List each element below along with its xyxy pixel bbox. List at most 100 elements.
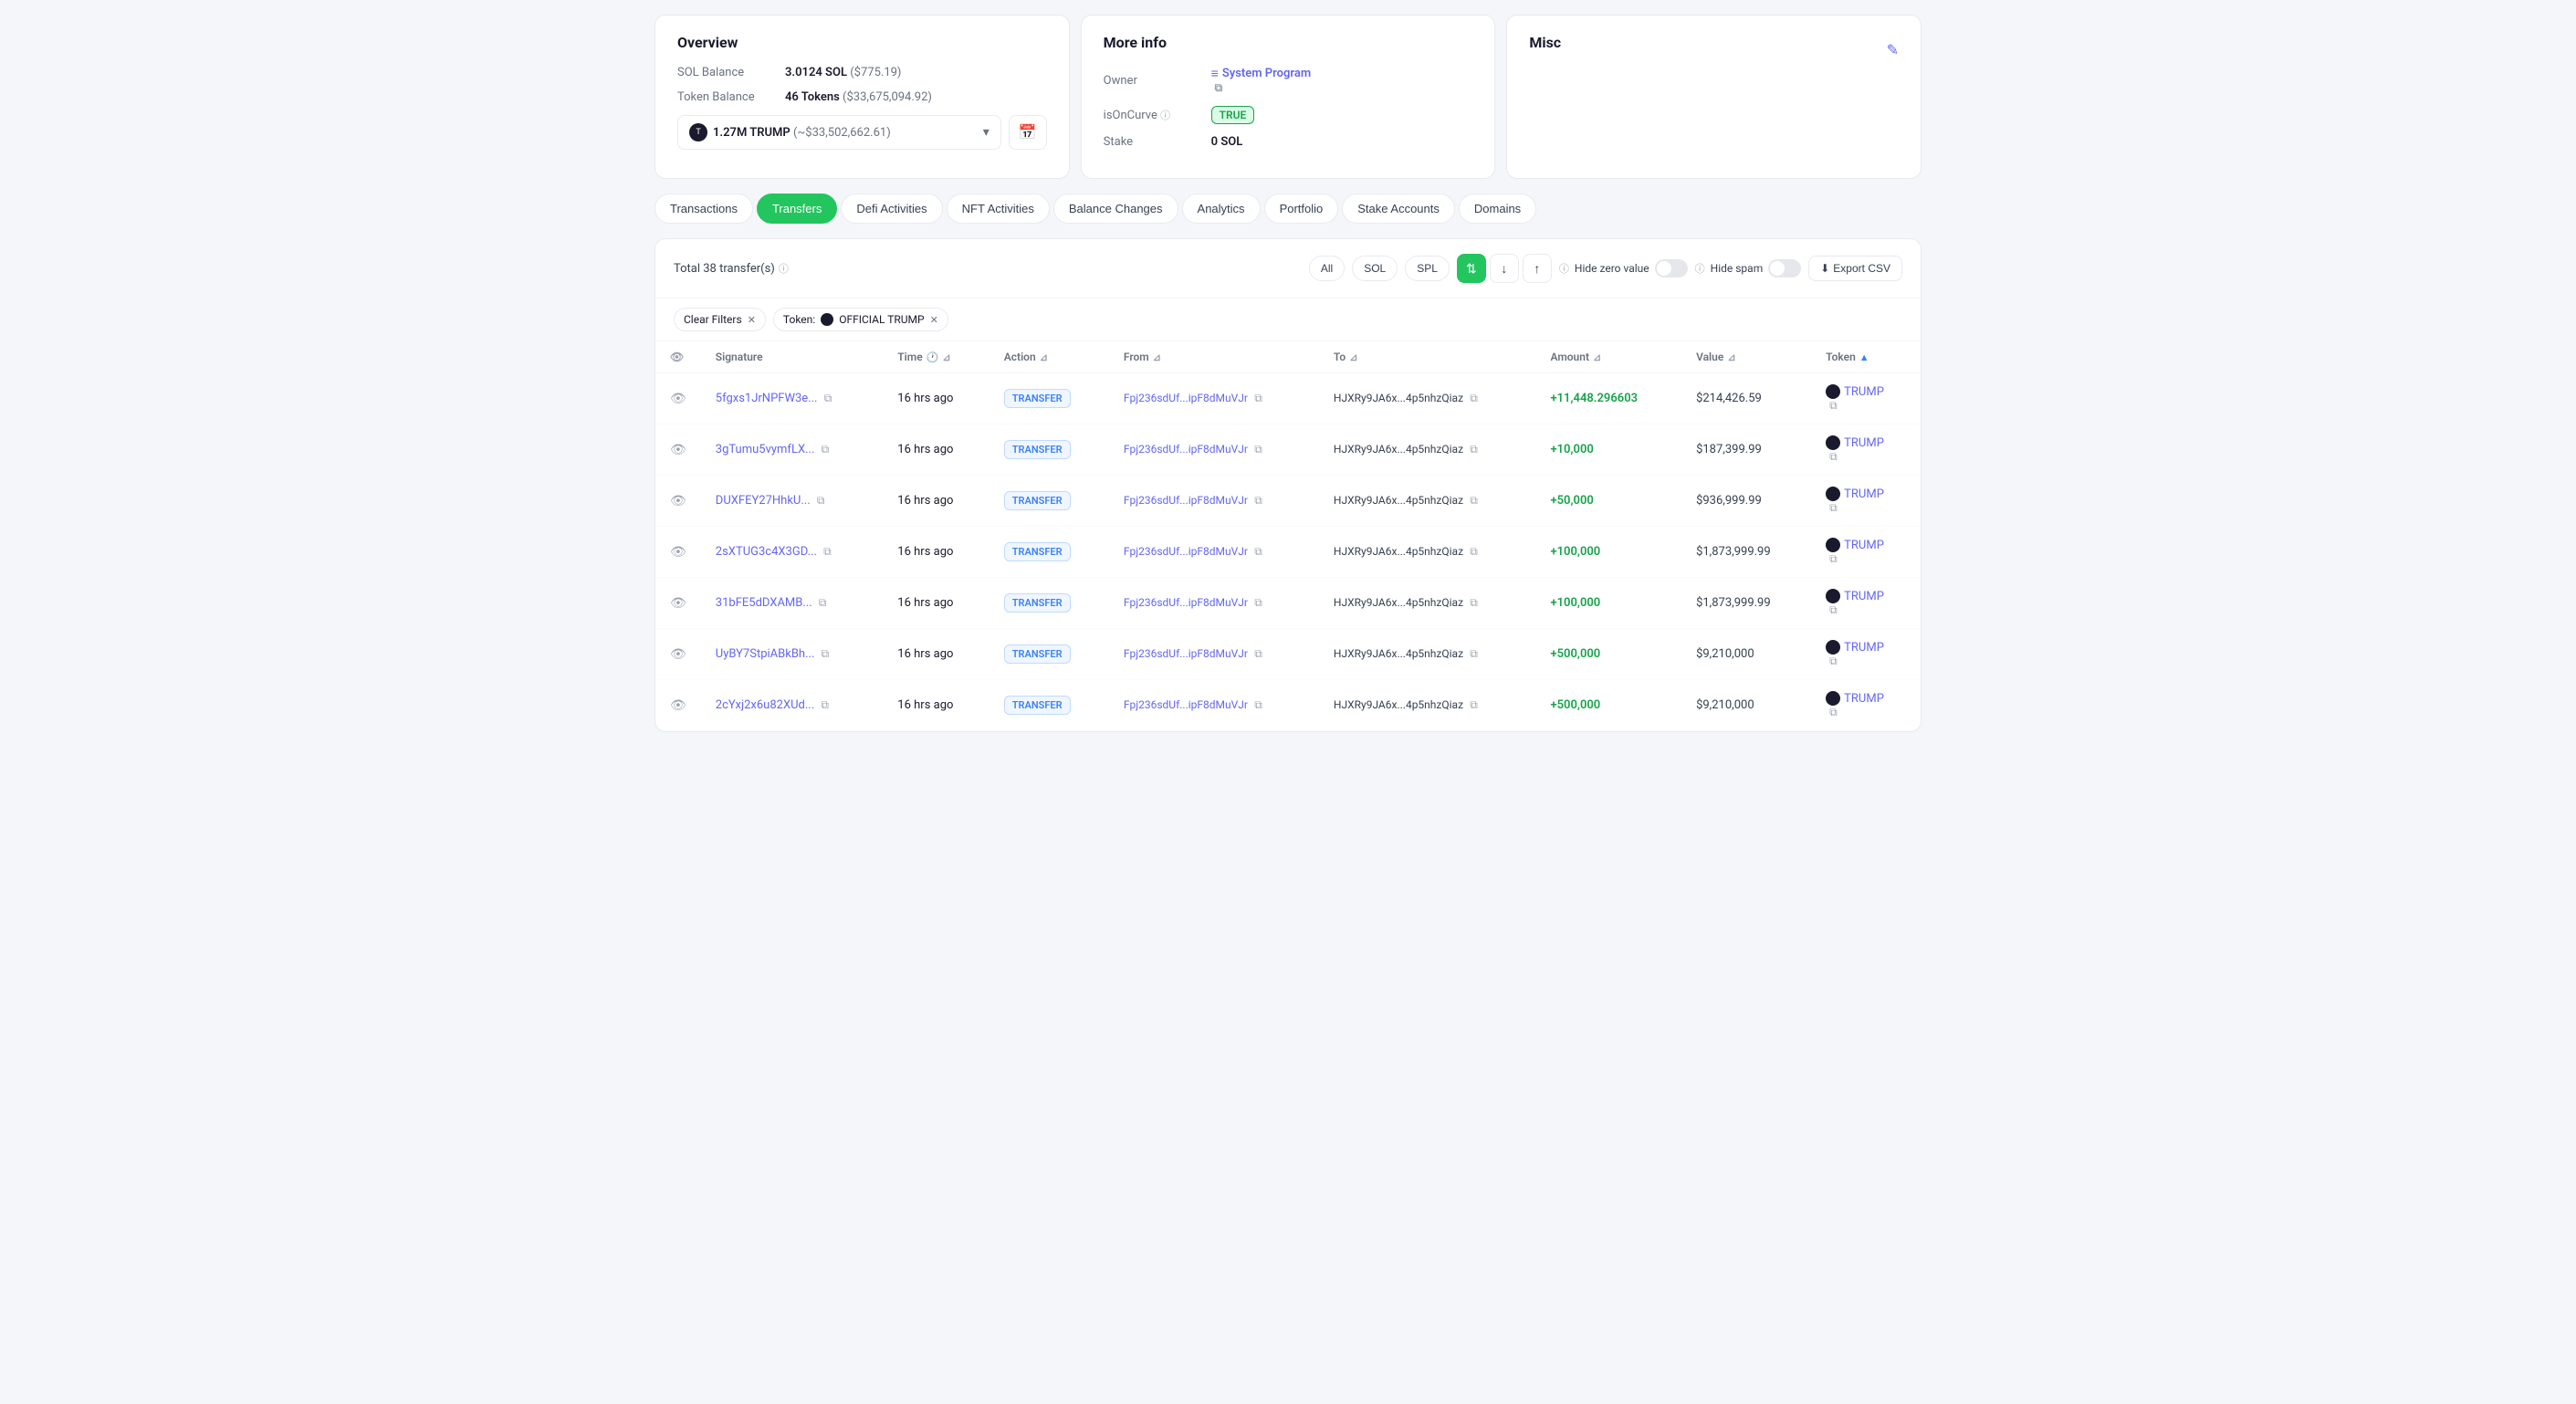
signature-link[interactable]: 2cYxj2x6u82XUd... <box>716 698 814 712</box>
from-address-link[interactable]: Fpj236sdUf...ipF8dMuVJr <box>1124 545 1248 558</box>
from-address-link[interactable]: Fpj236sdUf...ipF8dMuVJr <box>1124 392 1248 404</box>
tab-defi-activities[interactable]: Defi Activities <box>841 194 942 224</box>
signature-link[interactable]: 31bFE5dDXAMB... <box>716 596 812 610</box>
sort-up-button[interactable]: ↑ <box>1523 254 1552 283</box>
eye-header-icon: 👁 <box>670 351 684 363</box>
copy-sig-icon[interactable]: ⧉ <box>823 545 832 558</box>
row-eye-icon[interactable]: 👁 <box>670 443 686 457</box>
copy-sig-icon[interactable]: ⧉ <box>817 494 825 507</box>
time-clock-icon[interactable]: 🕐 <box>927 351 939 363</box>
tab-stake-accounts[interactable]: Stake Accounts <box>1342 194 1455 224</box>
amount-filter-icon[interactable]: ⊿ <box>1593 351 1601 363</box>
token-filter-value: OFFICIAL TRUMP <box>839 313 924 326</box>
copy-to-icon[interactable]: ⧉ <box>1470 443 1478 456</box>
row-eye-icon[interactable]: 👁 <box>670 392 686 406</box>
tab-balance-changes[interactable]: Balance Changes <box>1053 194 1178 224</box>
from-address-link[interactable]: Fpj236sdUf...ipF8dMuVJr <box>1124 647 1248 660</box>
copy-owner-icon[interactable]: ⧉ <box>1215 81 1223 94</box>
row-eye-icon[interactable]: 👁 <box>670 545 686 560</box>
clear-filters-chip[interactable]: Clear Filters ✕ <box>674 308 766 331</box>
from-address-link[interactable]: Fpj236sdUf...ipF8dMuVJr <box>1124 494 1248 507</box>
copy-token-icon[interactable]: ⧉ <box>1829 655 1838 667</box>
value-cell: $214,426.59 <box>1696 392 1762 405</box>
signature-link[interactable]: 2sXTUG3c4X3GD... <box>716 545 817 559</box>
copy-from-icon[interactable]: ⧉ <box>1254 698 1262 711</box>
tab-nft-activities[interactable]: NFT Activities <box>947 194 1050 224</box>
tab-transfers[interactable]: Transfers <box>757 194 837 224</box>
calendar-button[interactable]: 📅 <box>1009 115 1047 150</box>
hide-zero-toggle[interactable] <box>1655 259 1688 278</box>
copy-to-icon[interactable]: ⧉ <box>1470 647 1478 660</box>
from-address-link[interactable]: Fpj236sdUf...ipF8dMuVJr <box>1124 596 1248 609</box>
token-link[interactable]: TRUMP <box>1826 487 1906 501</box>
token-link[interactable]: TRUMP <box>1826 435 1906 450</box>
from-filter-icon[interactable]: ⊿ <box>1153 351 1161 363</box>
edit-icon[interactable]: ✎ <box>1887 41 1899 58</box>
copy-sig-icon[interactable]: ⧉ <box>824 392 832 404</box>
to-filter-icon[interactable]: ⊿ <box>1349 351 1357 363</box>
amount-value: +500,000 <box>1550 698 1600 712</box>
tab-portfolio[interactable]: Portfolio <box>1264 194 1339 224</box>
token-dropdown-name: 1.27M TRUMP (~$33,502,662.61) <box>713 126 891 140</box>
copy-sig-icon[interactable]: ⧉ <box>822 647 830 660</box>
copy-token-icon[interactable]: ⧉ <box>1829 450 1838 463</box>
copy-to-icon[interactable]: ⧉ <box>1470 596 1478 609</box>
hide-spam-toggle[interactable] <box>1768 259 1801 278</box>
copy-token-icon[interactable]: ⧉ <box>1829 603 1838 616</box>
token-filter-chip[interactable]: Token: OFFICIAL TRUMP ✕ <box>773 308 948 331</box>
copy-sig-icon[interactable]: ⧉ <box>821 698 829 711</box>
copy-from-icon[interactable]: ⧉ <box>1254 596 1262 609</box>
copy-from-icon[interactable]: ⧉ <box>1254 494 1262 507</box>
value-filter-icon[interactable]: ⊿ <box>1727 351 1735 363</box>
copy-from-icon[interactable]: ⧉ <box>1254 443 1262 456</box>
action-filter-icon[interactable]: ⊿ <box>1040 351 1048 363</box>
row-eye-icon[interactable]: 👁 <box>670 647 686 662</box>
signature-link[interactable]: 3gTumu5vymfLX... <box>716 443 815 456</box>
time-filter-icon[interactable]: ⊿ <box>942 351 950 363</box>
sort-down-button[interactable]: ↓ <box>1490 254 1519 283</box>
row-eye-icon[interactable]: 👁 <box>670 494 686 508</box>
token-dropdown[interactable]: T 1.27M TRUMP (~$33,502,662.61) ▾ <box>677 115 1001 150</box>
copy-token-icon[interactable]: ⧉ <box>1829 501 1838 514</box>
token-link[interactable]: TRUMP <box>1826 589 1906 603</box>
signature-link[interactable]: DUXFEY27HhkU... <box>716 494 811 508</box>
misc-title: Misc <box>1529 34 1561 51</box>
copy-token-icon[interactable]: ⧉ <box>1829 706 1838 718</box>
token-filter-active-icon[interactable]: ▲ <box>1859 351 1869 363</box>
filter-sol-button[interactable]: SOL <box>1352 256 1398 281</box>
copy-from-icon[interactable]: ⧉ <box>1254 647 1262 660</box>
filter-all-button[interactable]: All <box>1309 256 1345 281</box>
export-csv-button[interactable]: ⬇ Export CSV <box>1808 256 1902 281</box>
row-eye-icon[interactable]: 👁 <box>670 698 686 713</box>
copy-to-icon[interactable]: ⧉ <box>1470 494 1478 507</box>
clear-filters-label: Clear Filters <box>684 313 742 326</box>
copy-sig-icon[interactable]: ⧉ <box>822 443 830 456</box>
copy-to-icon[interactable]: ⧉ <box>1470 545 1478 558</box>
row-eye-icon[interactable]: 👁 <box>670 596 686 611</box>
copy-to-icon[interactable]: ⧉ <box>1470 698 1478 711</box>
overview-title: Overview <box>677 34 1047 51</box>
signature-link[interactable]: 5fgxs1JrNPFW3e... <box>716 392 818 405</box>
token-link[interactable]: TRUMP <box>1826 640 1906 655</box>
token-link[interactable]: TRUMP <box>1826 384 1906 399</box>
tabs-row: Transactions Transfers Defi Activities N… <box>654 194 1922 224</box>
signature-link[interactable]: UyBY7StpiABkBh... <box>716 647 815 661</box>
owner-link[interactable]: ≡ System Program <box>1211 66 1311 81</box>
copy-token-icon[interactable]: ⧉ <box>1829 552 1838 565</box>
tab-analytics[interactable]: Analytics <box>1182 194 1261 224</box>
token-link[interactable]: TRUMP <box>1826 538 1906 552</box>
sort-both-button[interactable]: ⇅ <box>1457 254 1486 283</box>
copy-to-icon[interactable]: ⧉ <box>1470 392 1478 404</box>
tab-transactions[interactable]: Transactions <box>654 194 753 224</box>
copy-sig-icon[interactable]: ⧉ <box>819 596 827 609</box>
copy-from-icon[interactable]: ⧉ <box>1254 392 1262 404</box>
copy-token-icon[interactable]: ⧉ <box>1829 399 1838 412</box>
from-address-link[interactable]: Fpj236sdUf...ipF8dMuVJr <box>1124 698 1248 711</box>
copy-from-icon[interactable]: ⧉ <box>1254 545 1262 558</box>
tab-domains[interactable]: Domains <box>1459 194 1536 224</box>
token-link[interactable]: TRUMP <box>1826 691 1906 706</box>
filter-spl-button[interactable]: SPL <box>1405 256 1450 281</box>
time-cell: 16 hrs ago <box>883 629 989 680</box>
from-address-link[interactable]: Fpj236sdUf...ipF8dMuVJr <box>1124 443 1248 456</box>
action-col-label: Action <box>1004 351 1036 363</box>
